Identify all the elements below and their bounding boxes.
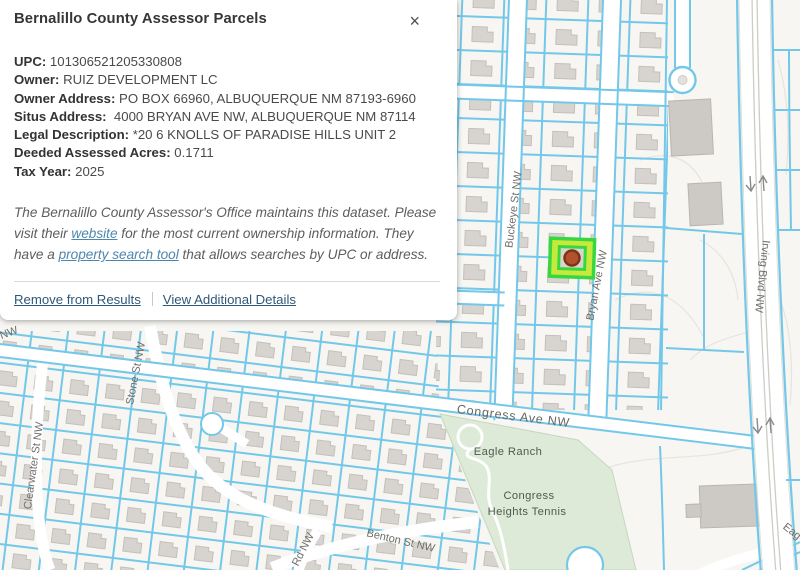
disclaimer-text: The Bernalillo County Assessor's Office … [14,202,441,265]
field-deeded-acres-value: 0.1711 [174,145,213,160]
popup-header: Bernalillo County Assessor Parcels × [14,11,442,30]
field-upc: UPC: 101306521205330808 [14,53,442,71]
popup-title: Bernalillo County Assessor Parcels [14,11,267,27]
popup-panel: Bernalillo County Assessor Parcels × UPC… [0,0,457,320]
app-window: Buckeye St NW Bryan Ave NW Irving Blvd N… [0,0,800,570]
park-label-heights-tennis: Heights Tennis [488,506,567,518]
field-owner-address-value: PO BOX 66960, ALBUQUERQUE NM 87193-6960 [119,91,416,106]
cul-de-sac-southwest [201,413,223,435]
field-upc-label: UPC: [14,54,46,69]
field-owner-address-label: Owner Address: [14,91,115,106]
field-legal-description-value: *20 6 KNOLLS OF PARADISE HILLS UNIT 2 [133,127,396,142]
field-legal-description-label: Legal Description: [14,127,129,142]
view-additional-details-link[interactable]: View Additional Details [163,292,296,307]
disclaimer-part3: that allows searches by UPC or address. [179,247,428,262]
parcel-marker-dot [564,250,580,266]
park-label-eagle-ranch: Eagle Ranch [474,446,542,458]
field-situs-address-value: 4000 BRYAN AVE NW, ALBUQUERQUE NM 87114 [114,109,416,124]
field-owner-address: Owner Address: PO BOX 66960, ALBUQUERQUE… [14,90,442,108]
website-link[interactable]: website [71,226,117,241]
popup-actions: Remove from Results View Additional Detai… [14,292,442,307]
field-legal-description: Legal Description: *20 6 KNOLLS OF PARAD… [14,126,442,144]
property-search-tool-link[interactable]: property search tool [59,247,179,262]
field-upc-value: 101306521205330808 [50,54,182,69]
remove-from-results-link[interactable]: Remove from Results [14,292,141,307]
field-situs-address-label: Situs Address: [14,109,107,124]
close-icon[interactable]: × [409,12,420,30]
field-tax-year-value: 2025 [75,164,104,179]
field-situs-address: Situs Address: 4000 BRYAN AVE NW, ALBUQU… [14,108,442,126]
park-label-congress: Congress [503,490,554,502]
field-tax-year: Tax Year: 2025 [14,163,442,181]
field-deeded-acres: Deeded Assessed Acres: 0.1711 [14,144,442,162]
field-deeded-acres-label: Deeded Assessed Acres: [14,145,171,160]
field-owner-label: Owner: [14,72,59,87]
field-owner: Owner: RUIZ DEVELOPMENT LC [14,71,442,89]
field-owner-value: RUIZ DEVELOPMENT LC [63,72,217,87]
panel-divider [14,281,440,282]
field-tax-year-label: Tax Year: [14,164,71,179]
actions-separator [152,292,153,306]
selected-parcel-highlight[interactable] [549,238,594,278]
parcel-grid-north [436,0,668,410]
